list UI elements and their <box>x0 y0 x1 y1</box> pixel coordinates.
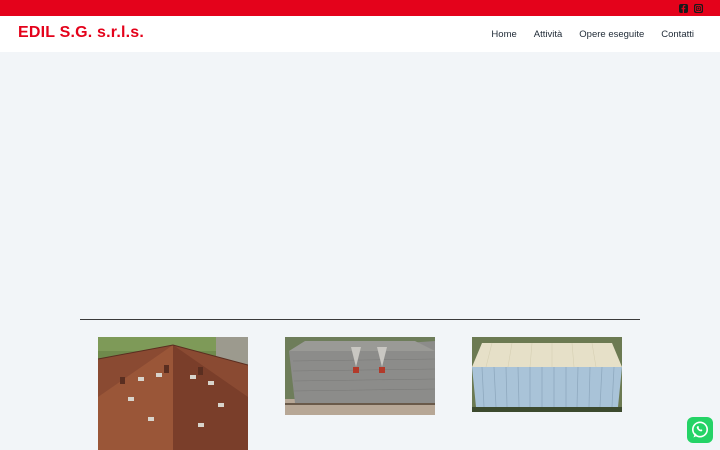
top-bar <box>0 0 720 16</box>
nav-item-home[interactable]: Home <box>491 29 516 40</box>
roof-grey-tiles-photo[interactable] <box>285 337 435 415</box>
facebook-icon[interactable] <box>679 4 688 13</box>
whatsapp-button[interactable] <box>687 417 713 443</box>
whatsapp-icon <box>692 421 708 438</box>
instagram-icon[interactable] <box>694 4 703 13</box>
site-logo[interactable]: EDIL S.G. s.r.l.s. <box>18 24 144 42</box>
nav-item-opere-eseguite[interactable]: Opere eseguite <box>579 29 644 40</box>
main-nav: Home Attività Opere eseguite Contatti <box>491 29 694 40</box>
nav-item-contatti[interactable]: Contatti <box>661 29 694 40</box>
site-header: EDIL S.G. s.r.l.s. Home Attività Opere e… <box>0 16 720 52</box>
roof-metal-sheet-photo[interactable] <box>472 337 622 412</box>
roof-terracotta-photo[interactable] <box>98 337 248 450</box>
nav-item-attivita[interactable]: Attività <box>534 29 563 40</box>
section-divider <box>80 319 640 320</box>
hero-section <box>0 52 720 302</box>
